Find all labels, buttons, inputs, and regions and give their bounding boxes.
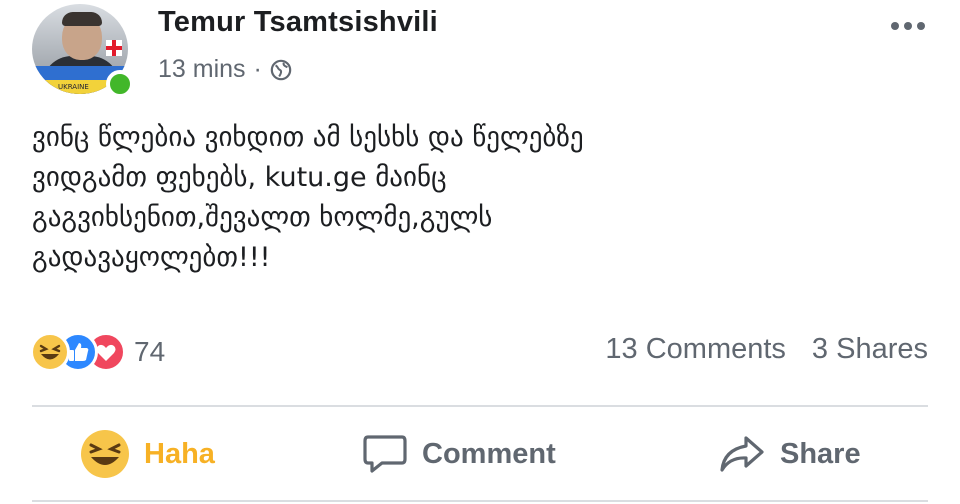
meta-separator: · [253,55,262,83]
comment-icon [363,435,407,473]
comment-button[interactable]: Comment [362,424,556,484]
haha-button[interactable]: Haha [80,424,215,484]
haha-reaction-icon [30,332,70,372]
more-options-icon[interactable] [886,16,930,36]
share-button-label: Share [780,437,861,470]
more-dot [917,22,925,30]
author-name[interactable]: Temur Tsamtsishvili [158,6,438,39]
more-dot [891,22,899,30]
avatar[interactable]: UKRAINE [32,4,134,98]
more-dot [904,22,912,30]
comments-count-link[interactable]: 13 Comments [605,333,786,366]
facebook-post: UKRAINE Temur Tsamtsishvili 13 mins · ვი… [0,0,960,504]
share-button[interactable]: Share [718,424,861,484]
reaction-count: 74 [134,336,166,367]
reaction-summary[interactable]: 74 [30,331,165,373]
haha-button-label: Haha [144,437,215,470]
share-icon [720,436,764,472]
post-timestamp[interactable]: 13 mins [158,55,246,84]
globe-icon[interactable] [270,59,292,81]
online-status-indicator [106,70,134,98]
avatar-hair [62,12,102,26]
post-body-text: ვინც წლებია ვიხდით ამ სესხს და წელებზე ვ… [32,122,584,273]
avatar-caption: UKRAINE [58,83,89,91]
haha-icon [81,430,129,478]
divider-bottom [32,500,928,502]
post-stats: 13 Comments 3 Shares [605,333,928,366]
georgian-flag-badge [106,40,122,56]
shares-count-link[interactable]: 3 Shares [812,333,928,366]
divider [32,405,928,407]
post-meta: 13 mins · [158,55,292,84]
comment-button-label: Comment [422,437,556,470]
